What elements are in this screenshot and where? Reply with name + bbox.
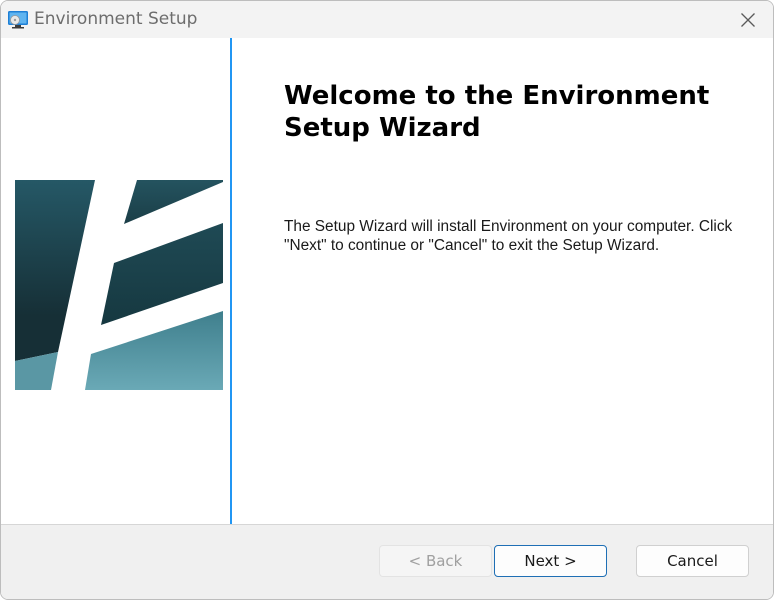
close-icon — [741, 12, 755, 27]
environment-logo — [15, 180, 223, 390]
button-bar: < Back Next > Cancel — [1, 524, 773, 599]
back-button[interactable]: < Back — [379, 545, 492, 577]
side-banner — [1, 38, 230, 524]
welcome-description: The Setup Wizard will install Environmen… — [284, 218, 733, 254]
title-bar[interactable]: Environment Setup — [1, 1, 773, 38]
next-button[interactable]: Next > — [494, 545, 607, 577]
setup-window: Environment Setup Welcome to the Environ… — [0, 0, 774, 600]
window-title: Environment Setup — [34, 9, 198, 29]
page-title: Welcome to the Environment Setup Wizard — [284, 81, 710, 143]
close-button[interactable] — [723, 1, 773, 38]
cancel-button[interactable]: Cancel — [636, 545, 749, 577]
installer-monitor-icon — [8, 11, 28, 29]
panel-divider — [230, 38, 232, 524]
wizard-body: Welcome to the Environment Setup Wizard … — [1, 38, 773, 524]
